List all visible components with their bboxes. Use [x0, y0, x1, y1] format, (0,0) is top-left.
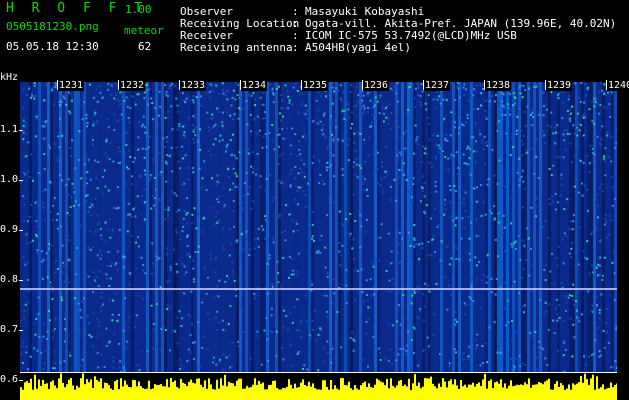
x-tick-mark: [57, 80, 58, 90]
y-tick-label: 0.8: [0, 274, 19, 285]
x-tick-label: 1231: [58, 80, 85, 91]
x-tick-label: 1240: [607, 80, 629, 91]
x-tick-mark: [545, 80, 546, 90]
y-tick-mark: [19, 330, 23, 331]
y-tick-label: 0.7: [0, 324, 19, 335]
meteor-label: meteor: [124, 24, 164, 37]
spectrogram-noise: [20, 82, 617, 373]
meteor-count-bars: [20, 373, 617, 400]
x-tick-mark: [118, 80, 119, 90]
datetime: 05.05.18 12:30: [6, 40, 99, 53]
y-tick-label: 1.1: [0, 124, 19, 135]
x-tick-label: 1238: [485, 80, 512, 91]
y-tick-label: 0.6: [0, 374, 19, 385]
y-tick-label: 1.0: [0, 174, 19, 185]
x-tick-label: 1232: [119, 80, 146, 91]
x-tick-label: 1237: [424, 80, 451, 91]
x-tick-mark: [606, 80, 607, 90]
info-key-antenna: Receiving antenna: [180, 41, 293, 54]
x-tick-mark: [240, 80, 241, 90]
x-tick-label: 1236: [363, 80, 390, 91]
filename: 0505181230.png: [6, 20, 99, 33]
x-tick-label: 1239: [546, 80, 573, 91]
y-tick-mark: [19, 280, 23, 281]
info-colon: :: [292, 41, 299, 54]
y-tick-mark: [19, 180, 23, 181]
x-tick-mark: [179, 80, 180, 90]
y-axis-unit: kHz: [0, 72, 19, 83]
y-tick-label: 0.9: [0, 224, 19, 235]
x-tick-mark: [362, 80, 363, 90]
meteor-count: 62: [138, 40, 152, 53]
spectrogram[interactable]: [20, 82, 617, 373]
x-tick-mark: [301, 80, 302, 90]
x-tick-label: 1234: [241, 80, 268, 91]
x-tick-mark: [423, 80, 424, 90]
app-version: 1.00: [125, 3, 152, 16]
x-tick-mark: [484, 80, 485, 90]
x-tick-label: 1235: [302, 80, 329, 91]
y-tick-mark: [19, 230, 23, 231]
x-tick-label: 1233: [180, 80, 207, 91]
y-tick-mark: [19, 130, 23, 131]
info-value-antenna: A504HB(yagi 4el): [305, 41, 411, 54]
